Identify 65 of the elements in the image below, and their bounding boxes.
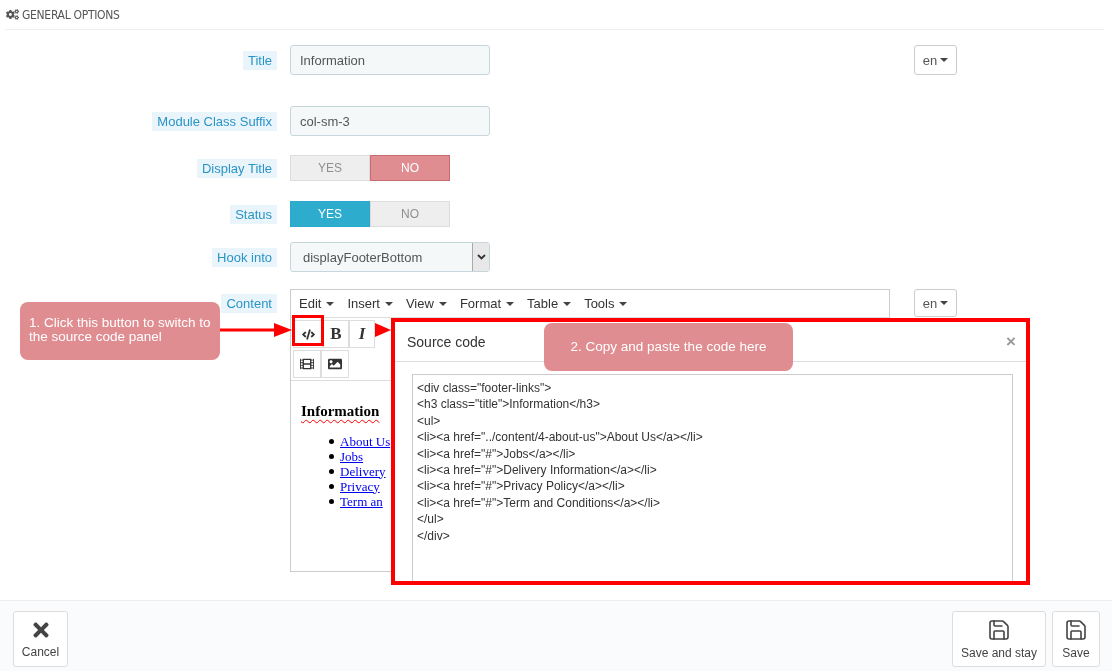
caret-icon [506, 301, 515, 306]
caret-icon [384, 301, 393, 306]
content-link[interactable]: Term an [340, 493, 383, 510]
caret-icon [940, 58, 949, 62]
content-link[interactable]: Delivery [340, 463, 386, 480]
bullet-icon [329, 454, 334, 459]
editor-menu[interactable]: View [405, 296, 447, 311]
callout-note: 2. Copy and paste the code here [544, 323, 793, 371]
code-line: <h3 class="title">Information</h3> [417, 396, 601, 413]
language-dropdown[interactable]: en [914, 289, 957, 317]
text-field[interactable]: Information [290, 45, 490, 75]
field-label: Content [221, 294, 277, 313]
content-link[interactable]: Privacy [340, 478, 380, 495]
caret-icon [619, 301, 628, 306]
image-button[interactable] [321, 350, 349, 378]
editor-menu[interactable]: Table [527, 296, 572, 311]
code-line: <li><a href="#">Privacy Policy</a></li> [417, 478, 626, 495]
field-label: Title [242, 50, 277, 70]
field-label: Status [230, 204, 277, 224]
film-icon [300, 357, 314, 371]
language-dropdown[interactable]: en [914, 45, 957, 75]
bullet-icon [329, 469, 334, 474]
code-line: </ul> [417, 511, 445, 528]
content-heading: Information [301, 403, 380, 420]
highlight-frame [292, 315, 324, 346]
format-button[interactable]: B [323, 320, 349, 348]
code-line: </div> [417, 527, 451, 545]
callout-note: 1. Click this button to switch to the source code panel [20, 302, 220, 360]
editor-menu[interactable]: Tools [584, 296, 628, 311]
editor-menu[interactable]: Edit [299, 296, 335, 311]
code-icon [301, 327, 315, 341]
content-link[interactable]: About Us [340, 433, 391, 450]
pointer-arrow [220, 322, 292, 338]
code-line: <li><a href="#">Term and Conditions</a></li> [417, 494, 661, 512]
code-field[interactable] [412, 374, 1013, 581]
save-button[interactable]: Save [1052, 611, 1100, 667]
code-line: <li><a href="#">Delivery Information</a></li> [417, 462, 658, 479]
image-icon [328, 357, 342, 371]
chevron-down-icon [476, 254, 486, 260]
bullet-icon [329, 439, 334, 444]
content-link[interactable]: Jobs [340, 448, 364, 465]
caret-icon [940, 301, 949, 305]
panel-title: GENERAL OPTIONS [22, 7, 120, 22]
bullet-icon [329, 499, 334, 504]
text-field[interactable]: col-sm-3 [290, 106, 490, 136]
caret-icon [326, 301, 335, 306]
code-line: <li><a href="#">Jobs</a></li> [417, 445, 577, 463]
save-button[interactable]: Save and stay [952, 611, 1046, 667]
field-label: Display Title [196, 158, 277, 178]
code-line: <div class="footer-links"> [417, 380, 553, 397]
format-button[interactable]: I [349, 320, 375, 348]
code-line: <li><a href="../content/4-about-us">About Us</a></li> [417, 429, 704, 446]
bullet-icon [329, 484, 334, 489]
caret-icon [563, 301, 572, 306]
caret-icon [438, 301, 447, 306]
gears-icon [6, 8, 19, 21]
editor-menu[interactable]: Insert [347, 296, 393, 311]
select-field[interactable]: displayFooterBottom [290, 242, 490, 272]
dialog-title: Source code [407, 333, 486, 350]
video-button[interactable] [293, 350, 321, 378]
editor-menu[interactable]: Format [459, 296, 515, 311]
field-label: Module Class Suffix [152, 111, 277, 131]
code-line: <ul> [417, 412, 442, 430]
field-label: Hook into [212, 247, 277, 267]
cancel-button[interactable]: Cancel [13, 611, 68, 667]
